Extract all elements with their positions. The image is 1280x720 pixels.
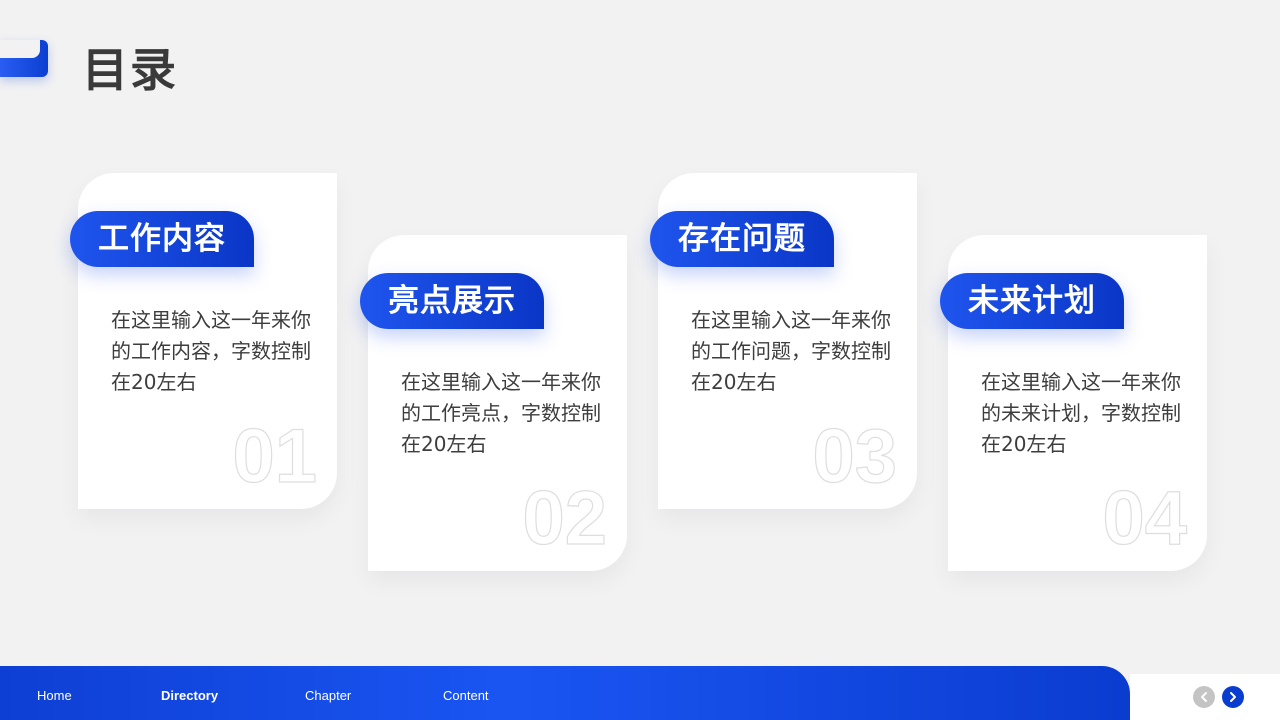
card-number: 02 (522, 476, 608, 561)
chevron-left-icon (1201, 692, 1207, 702)
card-problems: 存在问题 在这里输入这一年来你的工作问题，字数控制在20左右 03 (650, 173, 917, 509)
card-tag: 存在问题 (650, 211, 834, 267)
card-tag: 未来计划 (940, 273, 1124, 329)
card-description: 在这里输入这一年来你的未来计划，字数控制在20左右 (981, 370, 1181, 456)
card-number: 03 (812, 414, 898, 499)
nav-item-home[interactable]: Home (37, 688, 72, 703)
chevron-right-icon (1230, 692, 1236, 702)
card-description: 在这里输入这一年来你的工作问题，字数控制在20左右 (691, 308, 891, 394)
page-title: 目录 (82, 43, 178, 97)
next-page-button[interactable] (1222, 686, 1244, 708)
card-tag: 工作内容 (70, 211, 254, 267)
card-number: 04 (1102, 476, 1188, 561)
card-description: 在这里输入这一年来你的工作内容，字数控制在20左右 (111, 308, 311, 394)
card-future-plan: 未来计划 在这里输入这一年来你的未来计划，字数控制在20左右 04 (940, 235, 1207, 571)
prev-page-button[interactable] (1193, 686, 1215, 708)
card-tag: 亮点展示 (360, 273, 544, 329)
nav-item-content[interactable]: Content (443, 688, 489, 703)
bottom-nav-bar: Home Directory Chapter Content (0, 666, 1130, 720)
corner-accent-decoration (0, 40, 48, 77)
card-description: 在这里输入这一年来你的工作亮点，字数控制在20左右 (401, 370, 601, 456)
nav-item-directory[interactable]: Directory (161, 688, 218, 703)
card-number: 01 (232, 414, 318, 499)
card-highlights: 亮点展示 在这里输入这一年来你的工作亮点，字数控制在20左右 02 (360, 235, 627, 571)
nav-item-chapter[interactable]: Chapter (305, 688, 351, 703)
card-work-content: 工作内容 在这里输入这一年来你的工作内容，字数控制在20左右 01 (70, 173, 337, 509)
